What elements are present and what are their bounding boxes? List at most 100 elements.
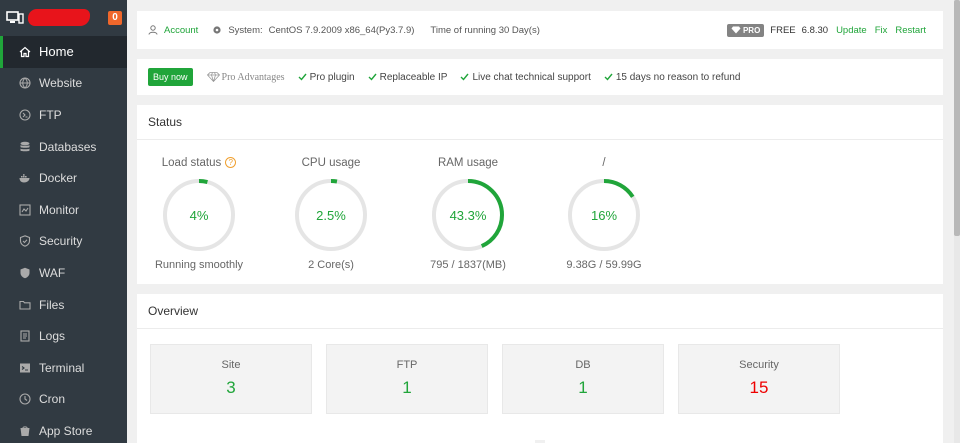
card-value: 15	[749, 378, 769, 397]
pro-badge-label: PRO	[742, 25, 761, 35]
gauge-title: CPU usage	[301, 157, 361, 169]
buy-now-button[interactable]: Buy now	[148, 68, 193, 86]
gauge-subtitle: Running smoothly	[154, 259, 244, 271]
sidebar-item-label: WAF	[39, 265, 66, 280]
page-scrollbar[interactable]	[954, 0, 960, 443]
fix-link[interactable]: Fix	[875, 25, 888, 36]
feature-label: Pro plugin	[309, 71, 355, 83]
sidebar-item-docker[interactable]: Docker	[0, 162, 127, 194]
sidebar-item-label: Databases	[39, 139, 97, 154]
card-label: Site	[221, 359, 241, 371]
gauge-subtitle: 2 Core(s)	[308, 259, 354, 271]
sidebar-item-website[interactable]: Website	[0, 68, 127, 100]
terminal-icon	[20, 363, 30, 373]
sidebar-item-label: Logs	[39, 329, 66, 344]
notification-badge[interactable]: 0	[108, 11, 122, 25]
overview-title: Overview	[137, 294, 943, 329]
gauge-value: 16%	[591, 208, 617, 223]
sidebar-item-waf[interactable]: WAF	[0, 257, 127, 289]
check-icon	[604, 73, 613, 81]
redacted-hostname	[28, 9, 90, 26]
gauge-load-status[interactable]: Load status? 4% Running smoothly	[139, 157, 259, 271]
sidebar-item-security[interactable]: Security	[0, 226, 127, 258]
sidebar-item-label: Monitor	[39, 202, 80, 217]
sidebar-item-cron[interactable]: Cron	[0, 384, 127, 416]
system-info-bar: Account System: CentOS 7.9.2009 x86_64(P…	[137, 11, 943, 49]
logs-icon	[20, 330, 30, 342]
scrollbar-thumb[interactable]	[954, 0, 960, 236]
sidebar-item-label: Home	[39, 44, 74, 60]
overview-card-db[interactable]: DB 1	[502, 344, 664, 414]
app-store-icon	[20, 426, 30, 436]
sidebar-item-label: Cron	[39, 392, 66, 407]
gauge-ram-usage[interactable]: RAM usage 43.3% 795 / 1837(MB)	[408, 157, 528, 271]
feature-label: Replaceable IP	[379, 71, 448, 83]
gauge-ring: 16%	[568, 179, 640, 251]
help-icon[interactable]: ?	[225, 157, 237, 168]
version-controls: PRO FREE 6.8.30 Update Fix Restart	[726, 11, 926, 49]
sidebar-item-home[interactable]: Home	[0, 36, 127, 68]
gauge-value: 4%	[190, 208, 209, 223]
sidebar-item-label: Website	[39, 76, 83, 91]
card-label: Security	[739, 359, 779, 371]
sidebar-item-label: FTP	[39, 107, 62, 122]
sidebar-item-terminal[interactable]: Terminal	[0, 352, 127, 384]
sidebar-item-label: Security	[39, 234, 83, 249]
next-panel-right	[545, 436, 943, 443]
gauge-value: 43.3%	[450, 208, 487, 223]
gauge-cpu-usage[interactable]: CPU usage 2.5% 2 Core(s)	[271, 157, 391, 271]
gauge-ring: 4%	[163, 179, 235, 251]
sidebar-item-label: App Store	[39, 423, 93, 438]
overview-card-security[interactable]: Security 15	[678, 344, 840, 414]
sidebar-item-app-store[interactable]: App Store	[0, 415, 127, 443]
version-number: 6.8.30	[801, 24, 829, 36]
overview-card-site[interactable]: Site 3	[150, 344, 312, 414]
pro-promo-bar: Buy now Pro Advantages Pro plugin Replac…	[137, 59, 943, 95]
feature-item: Live chat technical support	[460, 72, 591, 83]
monitor-icon	[19, 204, 31, 216]
update-link[interactable]: Update	[836, 25, 867, 36]
diamond-icon	[206, 72, 220, 82]
check-icon	[298, 73, 307, 81]
gauge-ring: 43.3%	[432, 179, 504, 251]
feature-item: 15 days no reason to refund	[604, 71, 741, 83]
sidebar-item-files[interactable]: Files	[0, 289, 127, 321]
card-value: 1	[402, 378, 412, 397]
clock-icon	[19, 393, 31, 405]
card-label: DB	[575, 359, 591, 371]
check-icon	[460, 73, 469, 81]
feature-item: Replaceable IP	[368, 71, 448, 83]
system-value: CentOS 7.9.2009 x86_64(Py3.7.9)	[268, 24, 415, 36]
uptime-text: Time of running 30 Day(s)	[430, 24, 540, 36]
docker-icon	[19, 174, 30, 183]
sidebar-item-ftp[interactable]: FTP	[0, 99, 127, 131]
gauge-value: 2.5%	[316, 208, 346, 223]
sidebar-item-label: Files	[39, 297, 65, 312]
overview-panel: Overview Site 3 FTP 1 DB 1 Security 15	[137, 294, 943, 440]
home-icon	[19, 46, 31, 57]
sidebar: 0 Home Website FTP Databases Docker Moni…	[0, 0, 127, 443]
overview-card-ftp[interactable]: FTP 1	[326, 344, 488, 414]
diamond-icon	[731, 26, 741, 34]
sidebar-item-label: Terminal	[39, 360, 85, 375]
ftp-icon	[19, 109, 31, 121]
database-icon	[20, 141, 30, 151]
gauge-title: RAM usage	[437, 157, 499, 169]
sidebar-menu: Home Website FTP Databases Docker Monito…	[0, 36, 127, 443]
next-panel-left	[137, 436, 535, 443]
card-value: 1	[578, 378, 588, 397]
sidebar-item-databases[interactable]: Databases	[0, 131, 127, 163]
sidebar-item-monitor[interactable]: Monitor	[0, 194, 127, 226]
user-icon	[148, 25, 158, 35]
restart-link[interactable]: Restart	[895, 25, 926, 36]
feature-label: 15 days no reason to refund	[615, 71, 741, 83]
account-link[interactable]: Account	[164, 25, 198, 36]
pro-advantages-label: Pro Advantages	[221, 71, 285, 83]
gauge-subtitle: 9.38G / 59.99G	[566, 259, 642, 271]
gauge-disk-root[interactable]: / 16% 9.38G / 59.99G	[544, 157, 664, 271]
sidebar-item-logs[interactable]: Logs	[0, 320, 127, 352]
gauge-title: Load status?	[139, 157, 259, 173]
pro-advantages-link[interactable]: Pro Advantages	[206, 71, 285, 83]
card-label: FTP	[396, 359, 418, 371]
pro-badge: PRO	[726, 23, 765, 37]
